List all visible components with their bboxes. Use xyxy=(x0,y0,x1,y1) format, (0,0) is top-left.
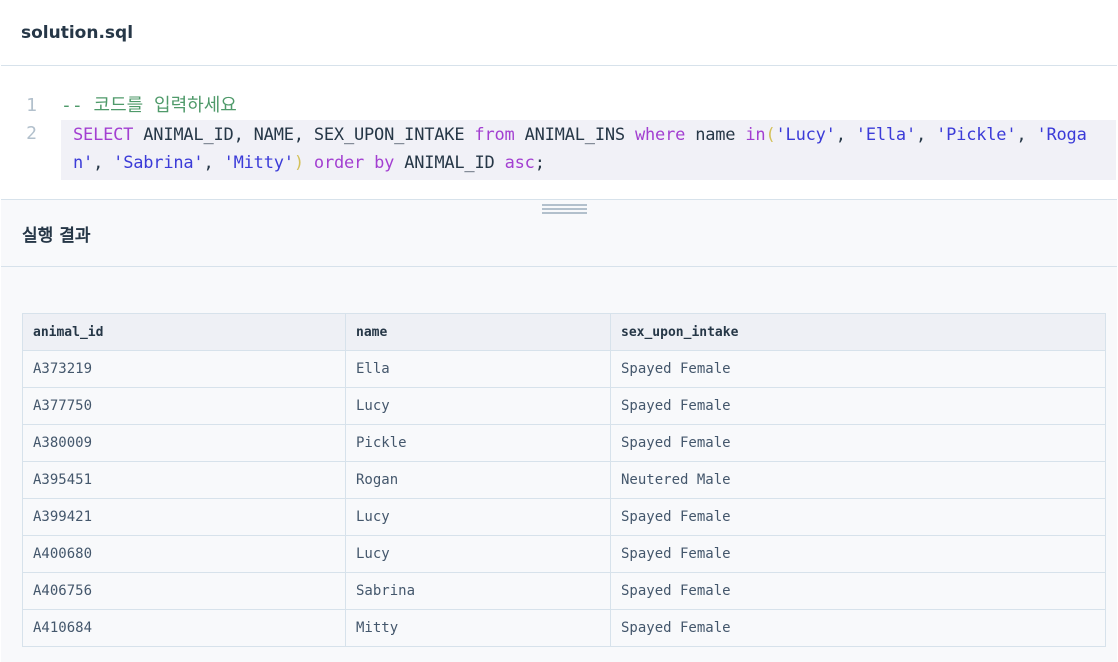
column-header: sex_upon_intake xyxy=(610,313,1106,351)
result-title: 실행 결과 xyxy=(22,225,91,246)
table-cell-name: Sabrina xyxy=(345,572,611,610)
code-line-text[interactable]: SELECT ANIMAL_ID, NAME, SEX_UPON_INTAKE … xyxy=(61,120,1116,180)
table-row: A399421 Lucy Spayed Female xyxy=(22,498,1106,536)
table-row: A410684 Mitty Spayed Female xyxy=(22,609,1106,647)
code-token-keyword: order by xyxy=(313,153,395,173)
code-token-paren: ) xyxy=(293,153,304,173)
code-token-keyword: where xyxy=(634,125,686,145)
table-cell-name: Mitty xyxy=(345,609,611,647)
code-token-paren: ( xyxy=(765,125,776,145)
code-token-punct: , xyxy=(93,153,114,173)
line-number: 2 xyxy=(26,123,37,144)
table-cell-sex-upon-intake: Spayed Female xyxy=(610,350,1106,388)
code-token-plain: ANIMAL_ID, NAME, SEX_UPON_INTAKE xyxy=(133,125,475,145)
code-token-string: 'Pickle' xyxy=(936,125,1017,145)
code-token-punct: , xyxy=(835,125,856,145)
code-line-1[interactable]: 1 -- 코드를 입력하세요 xyxy=(1,92,1117,120)
code-editor-panel: solution.sql 1 -- 코드를 입력하세요 2 SELECT ANI… xyxy=(1,0,1117,200)
drag-handle-icon[interactable] xyxy=(542,204,587,216)
code-token-punct: ; xyxy=(534,153,545,173)
table-cell-name: Lucy xyxy=(345,498,611,536)
code-token-punct: , xyxy=(916,125,937,145)
table-cell-name: Lucy xyxy=(345,387,611,425)
column-header: animal_id xyxy=(22,313,346,351)
table-header-row: animal_id name sex_upon_intake xyxy=(22,313,1106,351)
table-cell-sex-upon-intake: Neutered Male xyxy=(610,461,1106,499)
table-row: A377750 Lucy Spayed Female xyxy=(22,387,1106,425)
code-token-string: 'Sabrina' xyxy=(113,153,204,173)
file-name: solution.sql xyxy=(21,22,134,43)
table-row: A373219 Ella Spayed Female xyxy=(22,350,1106,388)
table-cell-animal-id: A410684 xyxy=(22,609,346,647)
table-cell-sex-upon-intake: Spayed Female xyxy=(610,387,1106,425)
table-cell-animal-id: A400680 xyxy=(22,535,346,573)
table-cell-name: Ella xyxy=(345,350,611,388)
file-header: solution.sql xyxy=(1,0,1117,66)
result-panel: 실행 결과 animal_id name sex_upon_intake A37… xyxy=(1,200,1117,662)
code-token-plain: name xyxy=(685,125,746,145)
code-token-string: 'Lucy' xyxy=(775,125,836,145)
table-row: A406756 Sabrina Spayed Female xyxy=(22,572,1106,610)
table-row: A380009 Pickle Spayed Female xyxy=(22,424,1106,462)
code-comment[interactable]: -- 코드를 입력하세요 xyxy=(49,92,1117,120)
code-line-2[interactable]: 2 SELECT ANIMAL_ID, NAME, SEX_UPON_INTAK… xyxy=(1,120,1117,180)
code-token-string: 'Mitty' xyxy=(223,153,294,173)
table-cell-sex-upon-intake: Spayed Female xyxy=(610,498,1106,536)
table-cell-animal-id: A395451 xyxy=(22,461,346,499)
table-cell-sex-upon-intake: Spayed Female xyxy=(610,424,1106,462)
table-cell-animal-id: A399421 xyxy=(22,498,346,536)
table-cell-animal-id: A380009 xyxy=(22,424,346,462)
code-token-keyword: from xyxy=(474,125,515,145)
table-cell-name: Rogan xyxy=(345,461,611,499)
table-cell-name: Lucy xyxy=(345,535,611,573)
line-number: 1 xyxy=(26,95,37,116)
table-row: A395451 Rogan Neutered Male xyxy=(22,461,1106,499)
table-cell-animal-id: A406756 xyxy=(22,572,346,610)
code-token-plain: ANIMAL_ID xyxy=(394,153,505,173)
table-cell-sex-upon-intake: Spayed Female xyxy=(610,535,1106,573)
code-area[interactable]: 1 -- 코드를 입력하세요 2 SELECT ANIMAL_ID, NAME,… xyxy=(1,92,1117,180)
code-token-string: 'Ella' xyxy=(855,125,917,145)
code-token-plain: ANIMAL_INS xyxy=(514,125,635,145)
table-cell-name: Pickle xyxy=(345,424,611,462)
table-row: A400680 Lucy Spayed Female xyxy=(22,535,1106,573)
table-cell-animal-id: A377750 xyxy=(22,387,346,425)
column-header: name xyxy=(345,313,611,351)
code-token-keyword: asc xyxy=(504,153,535,173)
code-token-keyword: SELECT xyxy=(73,125,134,145)
table-cell-sex-upon-intake: Spayed Female xyxy=(610,609,1106,647)
code-token-keyword: in xyxy=(745,125,766,145)
code-token-punct: , xyxy=(203,153,224,173)
result-table: animal_id name sex_upon_intake A373219 El… xyxy=(22,313,1106,647)
table-cell-sex-upon-intake: Spayed Female xyxy=(610,572,1106,610)
table-cell-animal-id: A373219 xyxy=(22,350,346,388)
code-token-punct: , xyxy=(1016,125,1037,145)
